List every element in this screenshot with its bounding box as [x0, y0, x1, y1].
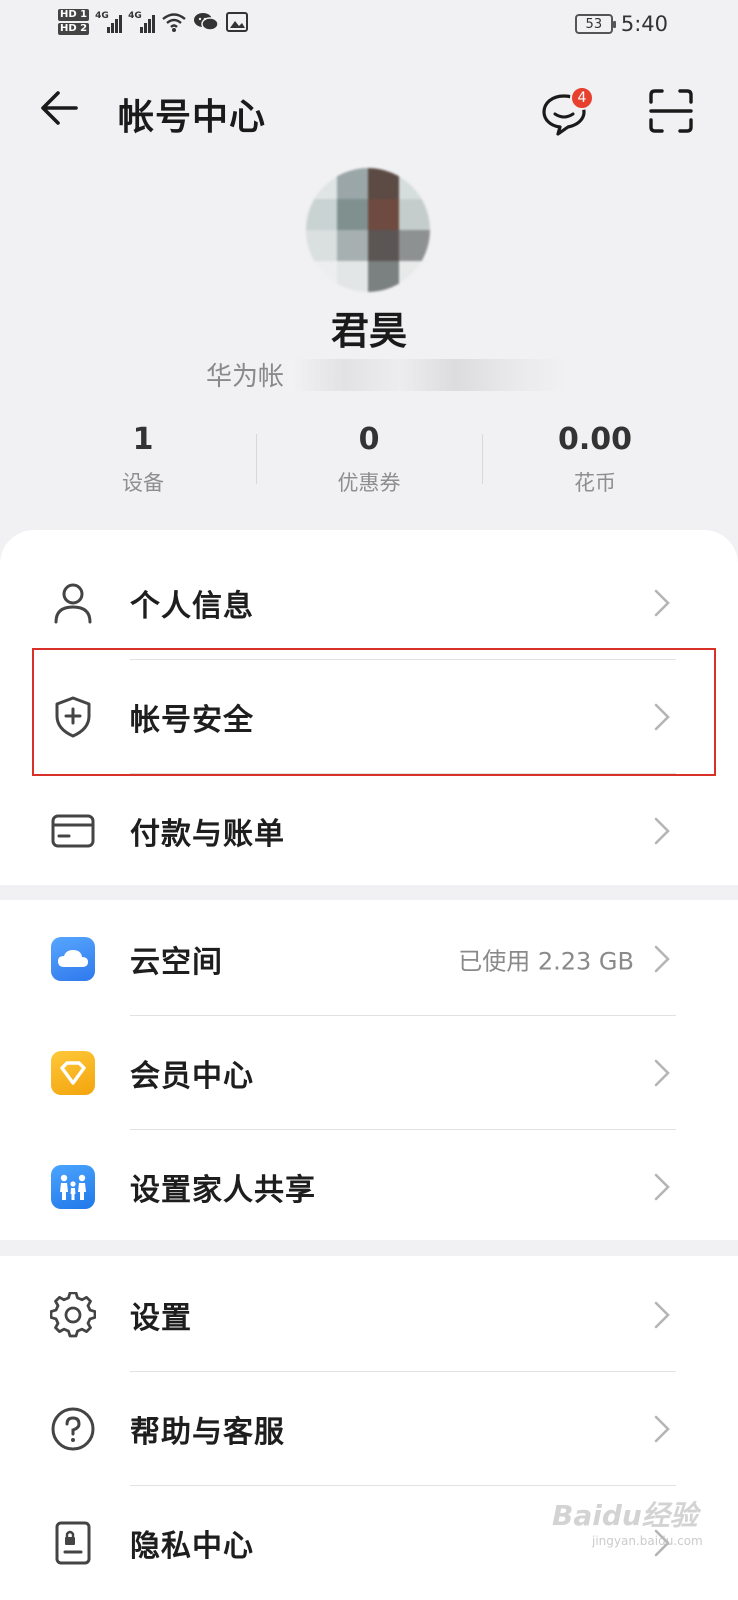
hd-1-label: HD 1 [58, 9, 90, 21]
status-icons-right: 53 5:40 [574, 12, 668, 36]
chevron-right-icon [654, 703, 670, 731]
menu-item-label: 隐私中心 [130, 1529, 254, 1564]
menu-item-label: 会员中心 [130, 1059, 254, 1094]
family-icon [50, 1164, 96, 1210]
stat-label: 设备 [122, 471, 164, 495]
gallery-warning-icon [226, 12, 249, 32]
hd-2-label: HD 2 [58, 23, 90, 35]
menu-item-label: 设置家人共享 [130, 1173, 316, 1208]
watermark-text: Baidu经验 [552, 1499, 698, 1532]
status-icons-left: HD 1 HD 2 4G 4G [58, 8, 249, 36]
help-icon [50, 1406, 96, 1452]
storage-used-value: 已使用 2.23 GB [458, 947, 634, 976]
hd-indicator: HD 1 HD 2 [58, 8, 90, 36]
wifi-icon [162, 13, 186, 32]
account-id: 华为帐 [206, 356, 569, 393]
menu-item-personal-info[interactable]: 个人信息 [0, 546, 738, 660]
watermark: Baidu经验 jingyan.baidu.com [552, 1494, 703, 1548]
stat-huawei-coins[interactable]: 0.00 花币 [482, 420, 708, 510]
battery-icon: 53 [574, 14, 616, 34]
message-count-badge: 4 [570, 86, 594, 110]
menu-item-label: 个人信息 [130, 589, 254, 624]
menu-item-label: 付款与账单 [130, 817, 285, 852]
page-title: 帐号中心 [118, 97, 267, 138]
support-card: 设置 帮助与客服 隐私中心 [0, 1256, 738, 1600]
net-1-label: 4G [95, 11, 109, 21]
stat-value: 0 [358, 422, 380, 457]
menu-item-account-security[interactable]: 帐号安全 [0, 660, 738, 774]
watermark-url: jingyan.baidu.com [592, 1534, 703, 1548]
menu-item-label: 帮助与客服 [130, 1415, 285, 1450]
signal-2-icon: 4G [128, 11, 156, 33]
person-icon [50, 580, 96, 626]
menu-item-cloud[interactable]: 云空间 已使用 2.23 GB [0, 902, 738, 1016]
stat-devices[interactable]: 1 设备 [30, 420, 256, 510]
chevron-right-icon [654, 1173, 670, 1201]
menu-item-help-support[interactable]: 帮助与客服 [0, 1372, 738, 1486]
menu-item-member-center[interactable]: 会员中心 [0, 1016, 738, 1130]
signal-1-icon: 4G [95, 11, 123, 33]
account-settings-card: 个人信息 帐号安全 付款与账单 [0, 530, 738, 885]
chevron-right-icon [654, 945, 670, 973]
privacy-icon [50, 1520, 96, 1566]
avatar[interactable] [306, 168, 430, 292]
services-card: 云空间 已使用 2.23 GB 会员中心 设置家人共享 [0, 900, 738, 1240]
menu-item-family-sharing[interactable]: 设置家人共享 [0, 1130, 738, 1244]
scan-icon [649, 89, 693, 133]
stat-label: 花币 [574, 471, 616, 495]
menu-item-label: 云空间 [130, 945, 223, 980]
diamond-icon [50, 1050, 96, 1096]
stat-label: 优惠券 [337, 471, 401, 495]
top-app-bar: 帐号中心 4 [0, 72, 738, 152]
status-bar: HD 1 HD 2 4G 4G 53 5:40 [0, 0, 738, 56]
menu-item-payments-billing[interactable]: 付款与账单 [0, 774, 738, 888]
menu-item-label: 帐号安全 [130, 703, 254, 738]
messages-button[interactable]: 4 [538, 86, 594, 138]
battery-level: 53 [585, 16, 603, 32]
chevron-right-icon [654, 589, 670, 617]
account-id-redacted [288, 358, 569, 391]
scan-button[interactable] [646, 86, 696, 136]
gear-icon [50, 1292, 96, 1338]
user-name: 君昊 [330, 309, 407, 353]
menu-item-settings[interactable]: 设置 [0, 1258, 738, 1372]
shield-icon [50, 694, 96, 740]
stat-value: 1 [132, 422, 154, 457]
clock: 5:40 [620, 12, 668, 36]
account-id-prefix: 华为帐 [206, 362, 285, 392]
chevron-right-icon [654, 1415, 670, 1443]
chevron-right-icon [654, 817, 670, 845]
net-2-label: 4G [128, 11, 142, 21]
chevron-right-icon [654, 1059, 670, 1087]
back-button[interactable] [36, 84, 84, 132]
cloud-icon [50, 936, 96, 982]
back-arrow-icon [41, 91, 78, 125]
wechat-icon [194, 13, 219, 31]
stat-value: 0.00 [557, 422, 633, 457]
stats-bar: 1 设备 0 优惠券 0.00 花币 [30, 420, 708, 510]
card-icon [50, 808, 96, 854]
menu-item-label: 设置 [130, 1301, 192, 1336]
stat-coupons[interactable]: 0 优惠券 [256, 420, 482, 510]
chevron-right-icon [654, 1301, 670, 1329]
